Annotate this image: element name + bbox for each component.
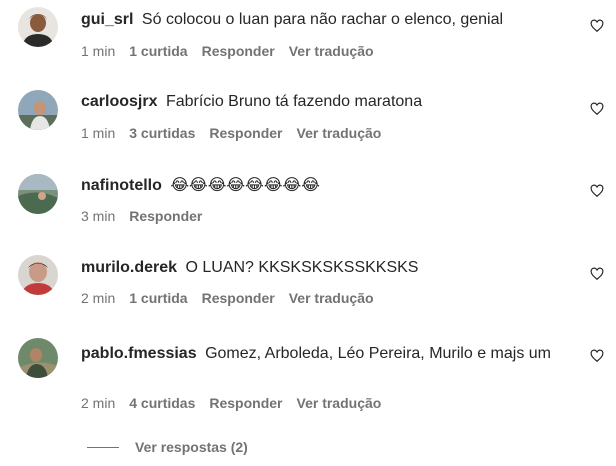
user-avatar-icon (18, 174, 58, 214)
comment-username[interactable]: carloosjrx (81, 93, 157, 110)
view-replies-label: Ver respostas (2) (135, 439, 248, 455)
comment-body: nafinotello 😂😂😂😂😂😂😂😂 (81, 175, 571, 197)
comments-list: gui_srl Só colocou o luan para não racha… (0, 0, 616, 466)
user-avatar-icon (18, 7, 58, 47)
like-button[interactable] (590, 267, 604, 281)
comment-body: carloosjrx Fabrício Bruno tá fazendo mar… (81, 91, 571, 113)
comment-likes[interactable]: 3 curtidas (129, 125, 195, 141)
comment-meta: 2 min 1 curtida Responder Ver tradução (81, 289, 388, 307)
comment-username[interactable]: nafinotello (81, 177, 162, 194)
user-avatar-icon (18, 338, 58, 378)
reply-button[interactable]: Responder (129, 208, 202, 224)
comment-username[interactable]: pablo.fmessias (81, 345, 197, 362)
comment-item: murilo.derek O LUAN? KKSKSKSKSSKKSKS 2 m… (0, 246, 616, 328)
comment-item: gui_srl Só colocou o luan para não racha… (0, 0, 616, 80)
like-button[interactable] (590, 184, 604, 198)
comment-meta: 3 min Responder (81, 207, 216, 225)
replies-divider-line (87, 446, 119, 448)
comment-likes[interactable]: 1 curtida (129, 290, 187, 306)
comment-text: Fabrício Bruno tá fazendo maratona (165, 93, 423, 110)
avatar[interactable] (18, 255, 58, 295)
comment-time[interactable]: 3 min (81, 208, 115, 224)
user-avatar-icon (18, 90, 58, 130)
comment-item: carloosjrx Fabrício Bruno tá fazendo mar… (0, 80, 616, 164)
comment-likes[interactable]: 1 curtida (129, 43, 187, 59)
comment-item: nafinotello 😂😂😂😂😂😂😂😂 3 min Responder (0, 164, 616, 246)
view-replies-button[interactable]: Ver respostas (2) (87, 437, 248, 457)
heart-outline-icon (590, 267, 604, 281)
comment-item: pablo.fmessias Gomez, Arboleda, Léo Pere… (0, 328, 616, 428)
like-button[interactable] (590, 349, 604, 363)
translate-button[interactable]: Ver tradução (297, 125, 382, 141)
comment-text: O LUAN? KKSKSKSKSSKKSKS (185, 259, 419, 276)
comment-text: 😂😂😂😂😂😂😂😂 (170, 177, 320, 194)
comment-meta: 1 min 3 curtidas Responder Ver tradução (81, 124, 395, 142)
like-button[interactable] (590, 19, 604, 33)
heart-outline-icon (590, 349, 604, 363)
comment-body: gui_srl Só colocou o luan para não racha… (81, 9, 571, 31)
comment-meta: 2 min 4 curtidas Responder Ver tradução (81, 394, 395, 412)
reply-button[interactable]: Responder (209, 125, 282, 141)
comment-meta: 1 min 1 curtida Responder Ver tradução (81, 42, 388, 60)
heart-outline-icon (590, 184, 604, 198)
heart-outline-icon (590, 102, 604, 116)
comment-time[interactable]: 2 min (81, 395, 115, 411)
reply-button[interactable]: Responder (202, 290, 275, 306)
translate-button[interactable]: Ver tradução (289, 290, 374, 306)
comment-likes[interactable]: 4 curtidas (129, 395, 195, 411)
avatar[interactable] (18, 7, 58, 47)
comment-time[interactable]: 1 min (81, 43, 115, 59)
comment-username[interactable]: murilo.derek (81, 259, 177, 276)
avatar[interactable] (18, 174, 58, 214)
translate-button[interactable]: Ver tradução (289, 43, 374, 59)
comment-text: Só colocou o luan para não rachar o elen… (141, 11, 504, 28)
user-avatar-icon (18, 255, 58, 295)
avatar[interactable] (18, 90, 58, 130)
avatar[interactable] (18, 338, 58, 378)
reply-button[interactable]: Responder (202, 43, 275, 59)
comment-body: murilo.derek O LUAN? KKSKSKSKSSKKSKS (81, 257, 571, 279)
heart-outline-icon (590, 19, 604, 33)
like-button[interactable] (590, 102, 604, 116)
translate-button[interactable]: Ver tradução (297, 395, 382, 411)
reply-button[interactable]: Responder (209, 395, 282, 411)
comment-time[interactable]: 2 min (81, 290, 115, 306)
comment-text: Gomez, Arboleda, Léo Pereira, Murilo e m… (205, 345, 551, 362)
comment-time[interactable]: 1 min (81, 125, 115, 141)
comment-username[interactable]: gui_srl (81, 11, 133, 28)
comment-body: pablo.fmessias Gomez, Arboleda, Léo Pere… (81, 343, 571, 365)
